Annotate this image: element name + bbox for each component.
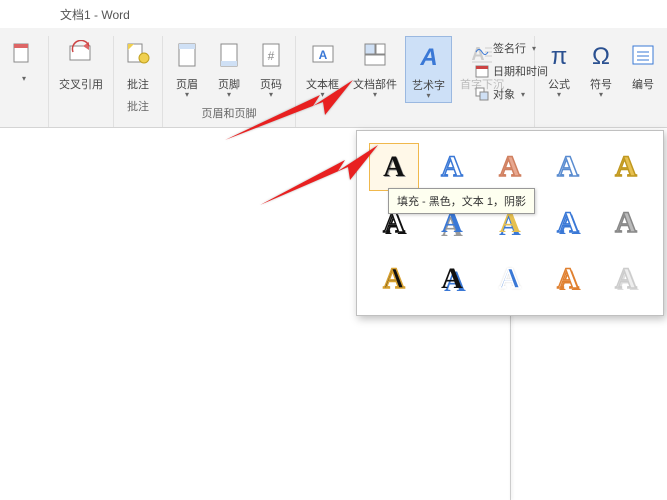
text-side-panel: 签名行 ▾ 日期和时间 对象 ▾ [471,38,552,104]
svg-text:A: A [318,48,327,62]
chevron-down-icon: ▾ [557,90,561,99]
svg-text:Ω: Ω [592,43,610,70]
chevron-down-icon: ▾ [22,74,26,83]
signature-line-button[interactable]: 签名行 ▾ [471,38,552,58]
chevron-down-icon: ▾ [373,90,377,99]
wordart-style-9[interactable]: A [543,199,593,247]
number-button[interactable]: 编号 [623,36,663,101]
ribbon-group-nav: ▾ [0,36,49,127]
page-edge [510,308,511,500]
svg-text:A: A [419,44,437,71]
wordart-style-2[interactable]: A [427,143,477,191]
wordart-style-11[interactable]: A [369,255,419,303]
annotation-arrow-2 [260,145,380,220]
ribbon-group-symbols: π 公式 ▾ Ω 符号 ▾ 编号 [534,36,667,127]
annotation-arrow-1 [225,80,355,155]
chevron-down-icon: ▾ [532,44,536,53]
wordart-style-12[interactable]: A [427,255,477,303]
ribbon-group-comments: 批注 批注 [114,36,163,127]
svg-text:π: π [551,43,568,70]
header-button[interactable]: 页眉 ▾ [167,36,207,101]
cross-reference-button[interactable]: 交叉引用 [53,36,109,94]
wordart-style-13[interactable]: A [485,255,535,303]
wordart-style-15[interactable]: A [601,255,651,303]
wordart-style-5[interactable]: A [601,143,651,191]
title-bar: 文档1 - Word [0,0,667,28]
object-icon [475,87,489,101]
chevron-down-icon: ▾ [185,90,189,99]
nav-button[interactable]: ▾ [4,36,44,85]
wordart-tooltip: 填充 - 黑色，文本 1，阴影 [388,188,535,214]
signature-icon [475,41,489,55]
wordart-style-10[interactable]: A [601,199,651,247]
wordart-style-14[interactable]: A [543,255,593,303]
chevron-down-icon: ▾ [521,90,525,99]
object-button[interactable]: 对象 ▾ [471,84,552,104]
date-time-button[interactable]: 日期和时间 [471,61,552,81]
wordart-style-3[interactable]: A [485,143,535,191]
quick-parts-button[interactable]: 文档部件 ▾ [347,36,403,103]
wordart-button[interactable]: A 艺术字 ▾ [405,36,452,103]
svg-text:#: # [268,49,275,63]
symbol-button[interactable]: Ω 符号 ▾ [581,36,621,101]
comment-button[interactable]: 批注 [118,36,158,94]
document-title: 文档1 - Word [60,6,130,23]
wordart-style-4[interactable]: A [543,143,593,191]
chevron-down-icon: ▾ [599,90,603,99]
wordart-gallery: AAAAAAAAAAAAAAA [356,130,664,316]
chevron-down-icon: ▾ [426,91,430,100]
calendar-icon [475,64,489,78]
ribbon-group-ref: 交叉引用 [49,36,114,127]
